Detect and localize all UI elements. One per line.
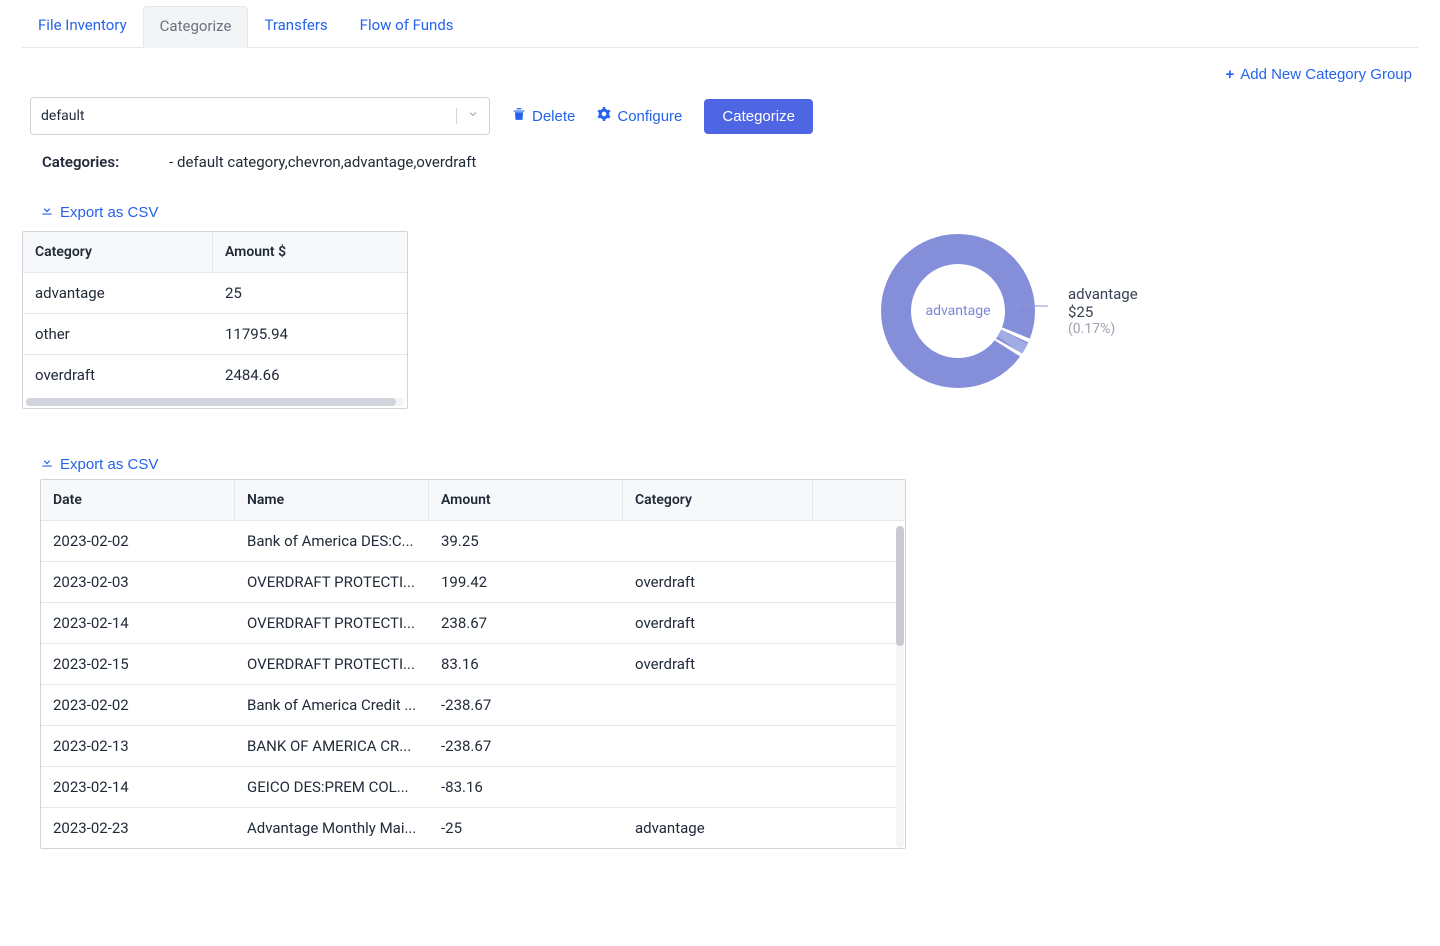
detail-cell-date: 2023-02-03 bbox=[41, 562, 235, 602]
table-row[interactable]: 2023-02-15OVERDRAFT PROTECTI...83.16over… bbox=[41, 644, 905, 685]
detail-header-pad bbox=[813, 480, 905, 520]
delete-button[interactable]: Delete bbox=[512, 107, 575, 125]
detail-cell-category bbox=[623, 521, 813, 561]
export-label: Export as CSV bbox=[60, 456, 158, 473]
table-row[interactable]: 2023-02-14OVERDRAFT PROTECTI...238.67ove… bbox=[41, 603, 905, 644]
select-value: default bbox=[41, 108, 85, 124]
add-category-group-button[interactable]: + Add New Category Group bbox=[1225, 66, 1412, 83]
detail-cell-category: overdraft bbox=[623, 644, 813, 684]
detail-header-date[interactable]: Date bbox=[41, 480, 235, 520]
detail-cell-date: 2023-02-02 bbox=[41, 521, 235, 561]
detail-table: Date Name Amount Category 2023-02-02Bank… bbox=[40, 479, 906, 849]
download-icon bbox=[40, 455, 54, 473]
table-row[interactable]: 2023-02-03OVERDRAFT PROTECTI...199.42ove… bbox=[41, 562, 905, 603]
top-actions: + Add New Category Group bbox=[22, 48, 1418, 91]
table-row[interactable]: advantage25 bbox=[23, 273, 407, 314]
categories-label: Categories: bbox=[42, 153, 119, 171]
summary-cell-amount: 2484.66 bbox=[213, 355, 407, 395]
detail-cell-date: 2023-02-15 bbox=[41, 644, 235, 684]
export-summary-csv-button[interactable]: Export as CSV bbox=[22, 197, 158, 227]
summary-cell-category: advantage bbox=[23, 273, 213, 313]
detail-cell-name: OVERDRAFT PROTECTI... bbox=[235, 562, 429, 602]
tab-transfers[interactable]: Transfers bbox=[248, 6, 343, 47]
tab-flow-of-funds[interactable]: Flow of Funds bbox=[344, 6, 470, 47]
callout-pct: (0.17%) bbox=[1068, 321, 1138, 337]
detail-cell-date: 2023-02-14 bbox=[41, 603, 235, 643]
donut-callout: advantage $25 (0.17%) bbox=[1068, 285, 1138, 337]
detail-vertical-scrollbar-thumb[interactable] bbox=[896, 526, 904, 646]
category-donut-chart: advantage advantage $25 (0.17%) bbox=[868, 221, 1138, 401]
categories-line: Categories: - default category,chevron,a… bbox=[22, 145, 1418, 197]
detail-cell-amount: -25 bbox=[429, 808, 623, 848]
controls-row: default Delete Configure Categorize bbox=[22, 91, 1418, 145]
detail-cell-category: advantage bbox=[623, 808, 813, 848]
table-row[interactable]: other11795.94 bbox=[23, 314, 407, 355]
detail-cell-category bbox=[623, 726, 813, 766]
summary-header-row: Category Amount $ bbox=[23, 232, 407, 273]
detail-cell-category: overdraft bbox=[623, 603, 813, 643]
detail-cell-date: 2023-02-23 bbox=[41, 808, 235, 848]
detail-cell-amount: 83.16 bbox=[429, 644, 623, 684]
download-icon bbox=[40, 203, 54, 221]
detail-cell-date: 2023-02-13 bbox=[41, 726, 235, 766]
detail-cell-amount: -83.16 bbox=[429, 767, 623, 807]
category-group-select[interactable]: default bbox=[30, 97, 490, 135]
export-detail-csv-button[interactable]: Export as CSV bbox=[40, 449, 158, 479]
plus-icon: + bbox=[1225, 66, 1234, 83]
tabs-bar: File Inventory Categorize Transfers Flow… bbox=[22, 0, 1418, 48]
detail-cell-name: Bank of America DES:C... bbox=[235, 521, 429, 561]
tab-categorize[interactable]: Categorize bbox=[143, 6, 249, 48]
summary-header-amount[interactable]: Amount $ bbox=[213, 232, 407, 272]
detail-cell-category bbox=[623, 767, 813, 807]
table-row[interactable]: 2023-02-23Advantage Monthly Mai...-25adv… bbox=[41, 808, 905, 848]
summary-cell-category: other bbox=[23, 314, 213, 354]
detail-cell-category: overdraft bbox=[623, 562, 813, 602]
summary-cell-amount: 25 bbox=[213, 273, 407, 313]
table-row[interactable]: 2023-02-13BANK OF AMERICA CR...-238.67 bbox=[41, 726, 905, 767]
tab-file-inventory[interactable]: File Inventory bbox=[22, 6, 143, 47]
detail-cell-amount: 39.25 bbox=[429, 521, 623, 561]
table-row[interactable]: 2023-02-02Bank of America DES:C...39.25 bbox=[41, 521, 905, 562]
summary-header-category[interactable]: Category bbox=[23, 232, 213, 272]
table-row[interactable]: overdraft2484.66 bbox=[23, 355, 407, 395]
detail-cell-amount: -238.67 bbox=[429, 685, 623, 725]
gear-icon bbox=[597, 107, 611, 125]
summary-table: Category Amount $ advantage25other11795.… bbox=[22, 231, 408, 409]
detail-cell-date: 2023-02-14 bbox=[41, 767, 235, 807]
detail-header-row: Date Name Amount Category bbox=[41, 480, 905, 521]
detail-cell-name: Advantage Monthly Mai... bbox=[235, 808, 429, 848]
summary-cell-category: overdraft bbox=[23, 355, 213, 395]
callout-value: $25 bbox=[1068, 303, 1138, 321]
table-row[interactable]: 2023-02-14GEICO DES:PREM COL...-83.16 bbox=[41, 767, 905, 808]
detail-cell-amount: 199.42 bbox=[429, 562, 623, 602]
detail-cell-name: GEICO DES:PREM COL... bbox=[235, 767, 429, 807]
categorize-button[interactable]: Categorize bbox=[704, 99, 813, 134]
detail-cell-amount: 238.67 bbox=[429, 603, 623, 643]
detail-header-category[interactable]: Category bbox=[623, 480, 813, 520]
callout-name: advantage bbox=[1068, 285, 1138, 303]
detail-cell-name: Bank of America Credit ... bbox=[235, 685, 429, 725]
table-row[interactable]: 2023-02-02Bank of America Credit ...-238… bbox=[41, 685, 905, 726]
trash-icon bbox=[512, 107, 526, 125]
add-category-group-label: Add New Category Group bbox=[1240, 66, 1412, 83]
categories-values: - default category,chevron,advantage,ove… bbox=[169, 153, 476, 171]
detail-header-name[interactable]: Name bbox=[235, 480, 429, 520]
export-label: Export as CSV bbox=[60, 204, 158, 221]
configure-button[interactable]: Configure bbox=[597, 107, 682, 125]
donut-center-label: advantage bbox=[925, 303, 990, 319]
summary-cell-amount: 11795.94 bbox=[213, 314, 407, 354]
detail-cell-name: BANK OF AMERICA CR... bbox=[235, 726, 429, 766]
detail-header-amount[interactable]: Amount bbox=[429, 480, 623, 520]
detail-cell-name: OVERDRAFT PROTECTI... bbox=[235, 644, 429, 684]
detail-cell-name: OVERDRAFT PROTECTI... bbox=[235, 603, 429, 643]
configure-label: Configure bbox=[617, 108, 682, 125]
detail-cell-category bbox=[623, 685, 813, 725]
chevron-down-icon bbox=[456, 108, 479, 124]
detail-cell-amount: -238.67 bbox=[429, 726, 623, 766]
delete-label: Delete bbox=[532, 108, 575, 125]
summary-horizontal-scrollbar[interactable] bbox=[23, 398, 407, 408]
detail-cell-date: 2023-02-02 bbox=[41, 685, 235, 725]
